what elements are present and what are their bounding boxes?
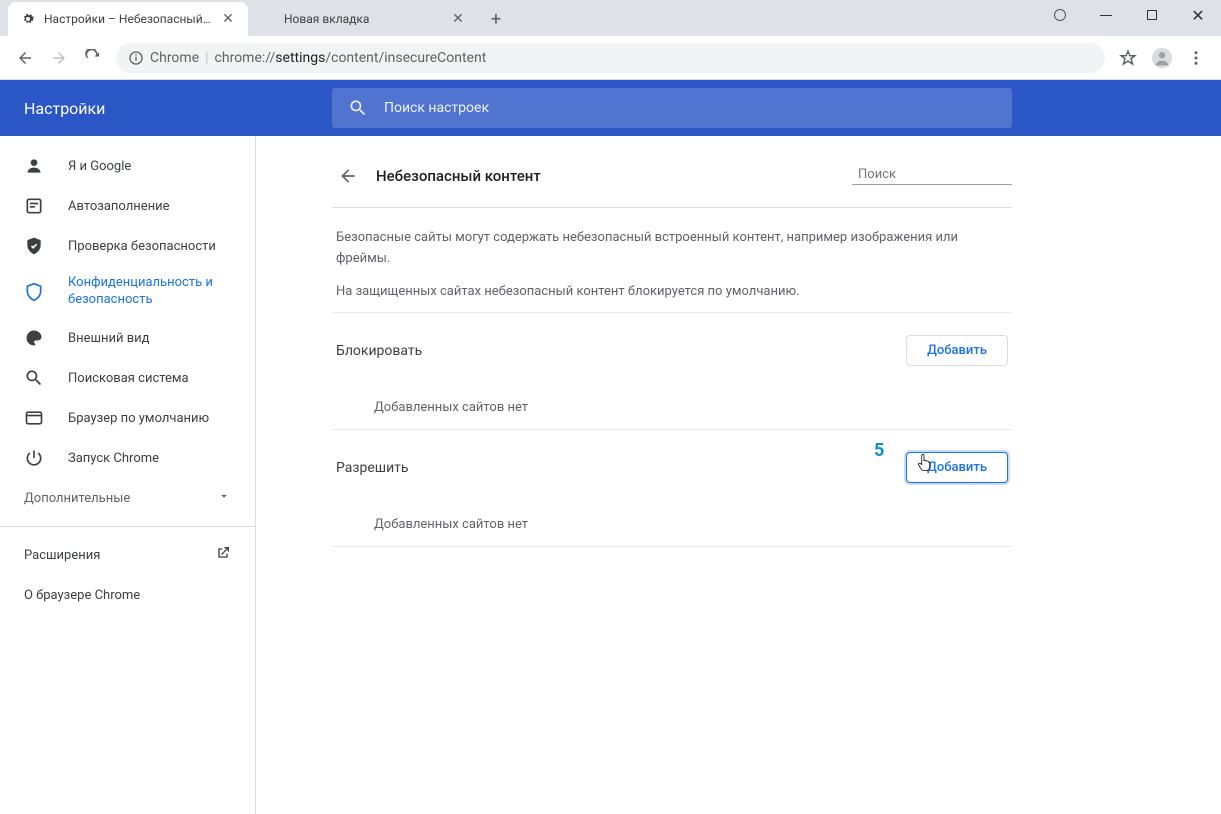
chevron-down-icon	[217, 489, 231, 507]
profile-button[interactable]	[1145, 41, 1179, 75]
forward-button[interactable]	[42, 41, 76, 75]
panel-search-input[interactable]	[858, 167, 1024, 182]
block-section: Блокировать Добавить	[332, 313, 1012, 376]
sidebar-item-extensions[interactable]: Расширения	[0, 535, 255, 575]
search-icon	[24, 368, 44, 388]
panel-title: Небезопасный контент	[376, 167, 840, 185]
panel-search[interactable]	[852, 166, 1012, 185]
sidebar-item-search-engine[interactable]: Поисковая система	[0, 358, 255, 398]
block-empty-text: Добавленных сайтов нет	[332, 376, 1012, 430]
browser-icon	[24, 408, 44, 428]
address-field[interactable]: Chrome | chrome://settings/content/insec…	[116, 43, 1105, 73]
sidebar-item-you-and-google[interactable]: Я и Google	[0, 146, 255, 186]
settings-header: Настройки Поиск настроек	[0, 80, 1221, 136]
tabs-strip: Настройки – Небезопасный кон ✕ Новая вкл…	[0, 2, 510, 36]
sidebar-item-default-browser[interactable]: Браузер по умолчанию	[0, 398, 255, 438]
block-add-button[interactable]: Добавить	[906, 335, 1008, 366]
sidebar-item-appearance[interactable]: Внешний вид	[0, 318, 255, 358]
sidebar-item-privacy[interactable]: Конфиденциальность и безопасность	[0, 266, 255, 318]
maximize-button[interactable]	[1129, 0, 1175, 30]
shield-icon	[24, 282, 44, 302]
search-placeholder: Поиск настроек	[384, 100, 489, 116]
panel-description: Безопасные сайты могут содержать небезоп…	[332, 208, 1012, 313]
sidebar-item-about-chrome[interactable]: О браузере Chrome	[0, 575, 255, 615]
info-icon	[128, 50, 144, 66]
settings-search-input[interactable]: Поиск настроек	[332, 88, 1012, 128]
tab-title: Новая вкладка	[284, 12, 442, 26]
tab-settings[interactable]: Настройки – Небезопасный кон ✕	[8, 2, 248, 36]
window-controls: ✕	[1037, 0, 1221, 36]
close-icon[interactable]: ✕	[450, 11, 466, 27]
sidebar-item-autofill[interactable]: Автозаполнение	[0, 186, 255, 226]
palette-icon	[24, 328, 44, 348]
globe-icon	[260, 11, 276, 27]
settings-title: Настройки	[0, 99, 332, 118]
shield-check-icon	[24, 236, 44, 256]
person-icon	[24, 156, 44, 176]
autofill-icon	[24, 196, 44, 216]
incognito-circle[interactable]	[1037, 0, 1083, 30]
close-window-button[interactable]: ✕	[1175, 0, 1221, 30]
allow-section: Разрешить Добавить	[332, 430, 1012, 493]
gear-icon	[20, 11, 36, 27]
close-icon[interactable]: ✕	[220, 11, 236, 27]
panel-back-button[interactable]	[332, 160, 364, 192]
url-prefix: Chrome	[150, 50, 199, 66]
allow-title: Разрешить	[336, 460, 409, 476]
tab-newtab[interactable]: Новая вкладка ✕	[248, 2, 478, 36]
sidebar-item-safety-check[interactable]: Проверка безопасности	[0, 226, 255, 266]
external-link-icon	[215, 545, 231, 565]
allow-empty-text: Добавленных сайтов нет	[332, 493, 1012, 547]
address-bar: Chrome | chrome://settings/content/insec…	[0, 36, 1221, 80]
main-panel: Небезопасный контент Безопасные сайты мо…	[256, 136, 1221, 814]
tab-title: Настройки – Небезопасный кон	[44, 12, 212, 26]
sidebar-item-advanced[interactable]: Дополнительные	[0, 478, 255, 518]
divider	[0, 526, 255, 527]
sidebar: Я и Google Автозаполнение Проверка безоп…	[0, 136, 256, 814]
allow-add-button[interactable]: Добавить	[906, 452, 1008, 483]
new-tab-button[interactable]: +	[482, 5, 510, 33]
titlebar: Настройки – Небезопасный кон ✕ Новая вкл…	[0, 0, 1221, 36]
search-icon	[348, 98, 368, 118]
minimize-button[interactable]	[1083, 0, 1129, 30]
panel-header: Небезопасный контент	[332, 144, 1012, 208]
bookmark-star-icon[interactable]	[1111, 41, 1145, 75]
step-annotation: 5	[874, 440, 884, 461]
url-text: chrome://settings/content/insecureConten…	[215, 50, 487, 66]
kebab-menu-icon[interactable]	[1179, 41, 1213, 75]
sidebar-item-on-startup[interactable]: Запуск Chrome	[0, 438, 255, 478]
power-icon	[24, 448, 44, 468]
back-button[interactable]	[8, 41, 42, 75]
block-title: Блокировать	[336, 343, 422, 359]
reload-button[interactable]	[76, 41, 110, 75]
